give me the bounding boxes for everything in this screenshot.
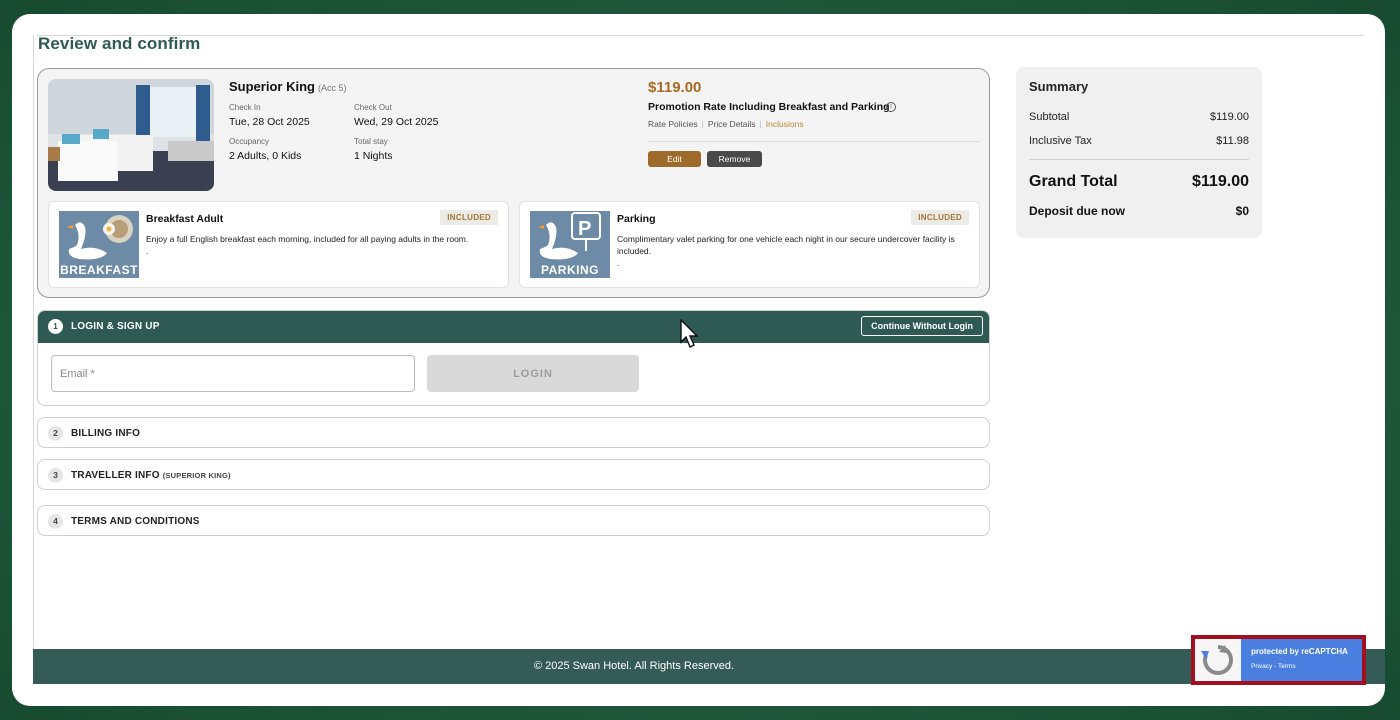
- inclusion-description: Complimentary valet parking for one vehi…: [617, 233, 972, 269]
- remove-button[interactable]: Remove: [707, 151, 762, 167]
- recaptcha-links[interactable]: Privacy - Terms: [1251, 663, 1296, 670]
- inclusion-description-text: Enjoy a full English breakfast each morn…: [146, 234, 469, 244]
- tax-row: Inclusive Tax $11.98: [1029, 135, 1249, 147]
- step-subtitle: (SUPERIOR KING): [162, 471, 231, 480]
- login-button[interactable]: LOGIN: [427, 355, 639, 392]
- footer: © 2025 Swan Hotel. All Rights Reserved.: [33, 649, 1385, 684]
- deposit-row: Deposit due now $0: [1029, 204, 1249, 218]
- grand-total-row: Grand Total $119.00: [1029, 173, 1249, 191]
- step-title: TRAVELLER INFO (SUPERIOR KING): [71, 470, 231, 481]
- included-badge: INCLUDED: [440, 210, 498, 225]
- tax-value: $11.98: [1216, 135, 1249, 147]
- step-number: 2: [48, 426, 63, 441]
- title-divider: [36, 35, 1364, 36]
- rate-policies-link[interactable]: Rate Policies: [648, 119, 698, 129]
- check-in-label: Check In: [229, 103, 261, 112]
- recaptcha-text-panel: protected by reCAPTCHA Privacy - Terms: [1241, 639, 1362, 681]
- deposit-label: Deposit due now: [1029, 204, 1125, 218]
- inclusion-card-parking: P PARKING Parking INCLUDED Complimentary…: [519, 201, 980, 288]
- subtotal-label: Subtotal: [1029, 111, 1070, 123]
- edit-button[interactable]: Edit: [648, 151, 701, 167]
- summary-panel: Summary Subtotal $119.00 Inclusive Tax $…: [1016, 67, 1262, 238]
- subtotal-row: Subtotal $119.00: [1029, 111, 1249, 123]
- summary-title: Summary: [1029, 79, 1089, 94]
- total-stay-label: Total stay: [354, 137, 388, 146]
- svg-text:P: P: [578, 218, 591, 240]
- step-number: 3: [48, 468, 63, 483]
- page-title: Review and confirm: [38, 34, 201, 53]
- room-name-text: Superior King: [229, 79, 315, 94]
- step-login: 1 LOGIN & SIGN UP Continue Without Login…: [37, 310, 990, 406]
- check-out-label: Check Out: [354, 103, 392, 112]
- step-traveller[interactable]: 3 TRAVELLER INFO (SUPERIOR KING): [37, 459, 990, 490]
- grand-total-label: Grand Total: [1029, 173, 1118, 190]
- room-name: Superior King (Acc 5): [229, 79, 346, 94]
- inclusion-card-breakfast: BREAKFAST Breakfast Adult INCLUDED Enjoy…: [48, 201, 509, 288]
- step-number: 4: [48, 514, 63, 529]
- step-number: 1: [48, 319, 63, 334]
- tax-label: Inclusive Tax: [1029, 135, 1092, 147]
- rate-divider: [648, 141, 980, 142]
- swan-parking-icon: P PARKING: [530, 211, 610, 278]
- step-title: LOGIN & SIGN UP: [71, 321, 160, 332]
- subtotal-value: $119.00: [1210, 111, 1249, 123]
- inclusion-description-extra: .: [617, 258, 620, 268]
- page-frame: Review and confirm Superior King (Acc 5) …: [12, 14, 1385, 706]
- inclusion-description-text: Complimentary valet parking for one vehi…: [617, 234, 955, 256]
- inclusion-title: Breakfast Adult: [146, 213, 224, 225]
- inclusion-description-extra: .: [146, 246, 149, 256]
- included-badge: INCLUDED: [911, 210, 969, 225]
- room-card: Superior King (Acc 5) Check In Tue, 28 Oc…: [37, 68, 990, 298]
- total-stay-value: 1 Nights: [354, 150, 393, 162]
- mouse-cursor-icon: [680, 318, 700, 354]
- info-icon[interactable]: i: [886, 102, 896, 112]
- recaptcha-protected-text: protected by reCAPTCHA: [1251, 647, 1348, 656]
- grand-total-value: $119.00: [1192, 173, 1249, 190]
- check-out-value: Wed, 29 Oct 2025: [354, 116, 439, 128]
- room-acc: (Acc 5): [317, 83, 347, 93]
- copyright-text: © 2025 Swan Hotel. All Rights Reserved.: [533, 660, 735, 672]
- continue-without-login-button[interactable]: Continue Without Login: [861, 316, 983, 336]
- email-input[interactable]: [51, 355, 415, 392]
- step-title: TERMS AND CONDITIONS: [71, 516, 200, 527]
- room-price: $119.00: [648, 79, 702, 96]
- price-details-link[interactable]: Price Details: [708, 119, 756, 129]
- room-photo: [48, 79, 214, 191]
- step-terms[interactable]: 4 TERMS AND CONDITIONS: [37, 505, 990, 536]
- inclusion-title: Parking: [617, 213, 656, 225]
- inclusion-description: Enjoy a full English breakfast each morn…: [146, 233, 501, 257]
- step-title: BILLING INFO: [71, 428, 141, 439]
- occupancy-value: 2 Adults, 0 Kids: [229, 150, 302, 162]
- recaptcha-badge[interactable]: protected by reCAPTCHA Privacy - Terms: [1191, 635, 1366, 685]
- occupancy-label: Occupancy: [229, 137, 270, 146]
- step-title-text: TRAVELLER INFO: [71, 470, 160, 481]
- step-login-header[interactable]: 1 LOGIN & SIGN UP Continue Without Login: [38, 311, 989, 343]
- swan-breakfast-icon: BREAKFAST: [59, 211, 139, 278]
- inclusions-link[interactable]: Inclusions: [766, 119, 804, 129]
- deposit-value: $0: [1235, 204, 1249, 218]
- left-divider: [33, 35, 34, 665]
- rate-links: Rate Policies | Price Details | Inclusions: [648, 119, 804, 129]
- breakfast-caption: BREAKFAST: [60, 263, 138, 277]
- step-billing[interactable]: 2 BILLING INFO: [37, 417, 990, 448]
- parking-caption: PARKING: [541, 263, 599, 277]
- check-in-value: Tue, 28 Oct 2025: [229, 116, 310, 128]
- summary-divider: [1029, 159, 1249, 160]
- rate-name: Promotion Rate Including Breakfast and P…: [648, 101, 890, 113]
- recaptcha-logo-icon: [1195, 639, 1241, 681]
